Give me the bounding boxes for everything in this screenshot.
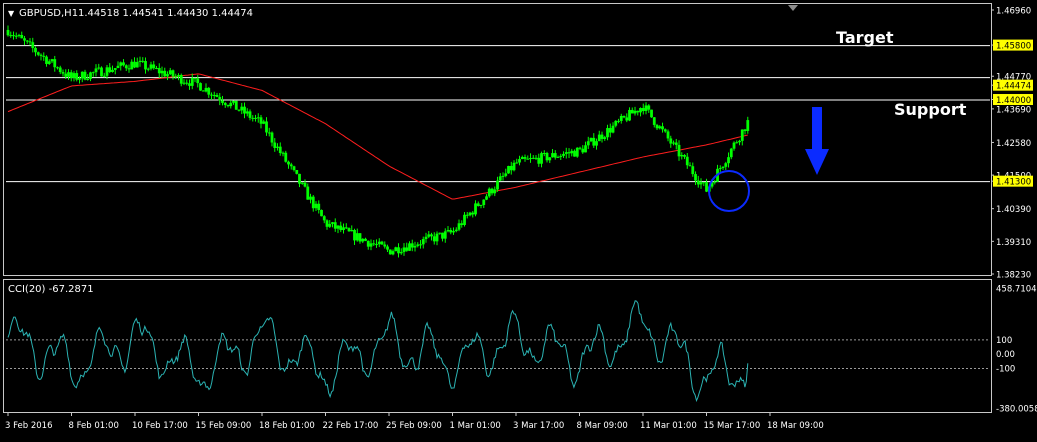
price-tick-8: 1.41300 bbox=[991, 175, 1033, 188]
symbol-label: GBPUSD,H1 bbox=[19, 8, 78, 19]
price-candle bbox=[575, 147, 579, 158]
cci-tick-0: 458.7104 bbox=[996, 285, 1037, 295]
svg-text:3 Mar 17:00: 3 Mar 17:00 bbox=[513, 421, 564, 431]
price-candle bbox=[320, 209, 323, 217]
target-annotation: Target bbox=[836, 28, 894, 47]
price-tick-4: 1.44000 bbox=[991, 94, 1033, 106]
price-candle bbox=[234, 100, 238, 110]
cci-tick-2: 0.00 bbox=[996, 350, 1015, 360]
price-tick-1: 1.45800 bbox=[991, 39, 1033, 52]
price-candle bbox=[650, 109, 653, 118]
cci-indicator-label: CCI(20) -67.2871 bbox=[8, 284, 94, 295]
svg-text:25 Feb 09:00: 25 Feb 09:00 bbox=[386, 421, 442, 431]
ohlc-readout: 1.44518 1.44541 1.44430 1.44474 bbox=[78, 8, 253, 19]
svg-text:1.45800: 1.45800 bbox=[996, 42, 1031, 52]
price-candle bbox=[507, 165, 510, 174]
price-candle bbox=[100, 66, 103, 77]
price-tick-3: 1.44474 bbox=[991, 79, 1033, 92]
svg-text:1.41300: 1.41300 bbox=[996, 178, 1031, 188]
support-annotation: Support bbox=[894, 100, 967, 119]
svg-text:18 Mar 09:00: 18 Mar 09:00 bbox=[767, 421, 824, 431]
cci-tick-1: 100 bbox=[996, 336, 1012, 346]
chart-background bbox=[0, 0, 1037, 437]
price-candle bbox=[487, 187, 491, 198]
price-tick-0: 1.46960 bbox=[991, 7, 1031, 17]
svg-text:18 Feb 01:00: 18 Feb 01:00 bbox=[259, 421, 315, 431]
svg-text:15 Feb 09:00: 15 Feb 09:00 bbox=[196, 421, 252, 431]
svg-text:1 Mar 01:00: 1 Mar 01:00 bbox=[450, 421, 501, 431]
price-tick-10: 1.39310 bbox=[991, 238, 1031, 248]
price-tick-6: 1.42580 bbox=[991, 139, 1031, 149]
svg-text:10 Feb 17:00: 10 Feb 17:00 bbox=[132, 421, 188, 431]
svg-text:22 Feb 17:00: 22 Feb 17:00 bbox=[323, 421, 379, 431]
price-candle bbox=[295, 170, 299, 175]
price-candle bbox=[199, 82, 202, 91]
svg-text:1.46960: 1.46960 bbox=[996, 7, 1031, 17]
price-tick-5: 1.43690 bbox=[991, 105, 1031, 115]
svg-text:15 Mar 17:00: 15 Mar 17:00 bbox=[704, 421, 761, 431]
svg-text:8 Feb 01:00: 8 Feb 01:00 bbox=[69, 421, 119, 431]
price-axis: 1.469601.458001.447701.444741.440001.436… bbox=[991, 7, 1033, 281]
svg-text:1.43690: 1.43690 bbox=[996, 105, 1031, 115]
price-tick-9: 1.40390 bbox=[991, 205, 1031, 215]
cci-tick-3: -100 bbox=[996, 364, 1015, 374]
svg-text:11 Mar 01:00: 11 Mar 01:00 bbox=[640, 421, 697, 431]
chart-window[interactable]: 1.46960 1.45800 1.44770 1.44474 1.44000 1.436… bbox=[0, 0, 1037, 437]
collapse-icon[interactable]: ▼ bbox=[8, 9, 15, 18]
svg-text:1.38230: 1.38230 bbox=[996, 271, 1031, 281]
price-candle bbox=[394, 246, 398, 252]
svg-text:8 Mar 09:00: 8 Mar 09:00 bbox=[577, 421, 628, 431]
svg-text:1.42580: 1.42580 bbox=[996, 139, 1031, 149]
price-tick-11: 1.38230 bbox=[991, 271, 1031, 281]
price-candle bbox=[388, 249, 392, 255]
svg-text:1.44474: 1.44474 bbox=[996, 82, 1031, 92]
svg-text:1.39310: 1.39310 bbox=[996, 238, 1031, 248]
svg-text:1.40390: 1.40390 bbox=[996, 205, 1031, 215]
svg-text:3 Feb 2016: 3 Feb 2016 bbox=[5, 421, 53, 431]
cci-tick-4: -380.0058 bbox=[996, 405, 1037, 415]
